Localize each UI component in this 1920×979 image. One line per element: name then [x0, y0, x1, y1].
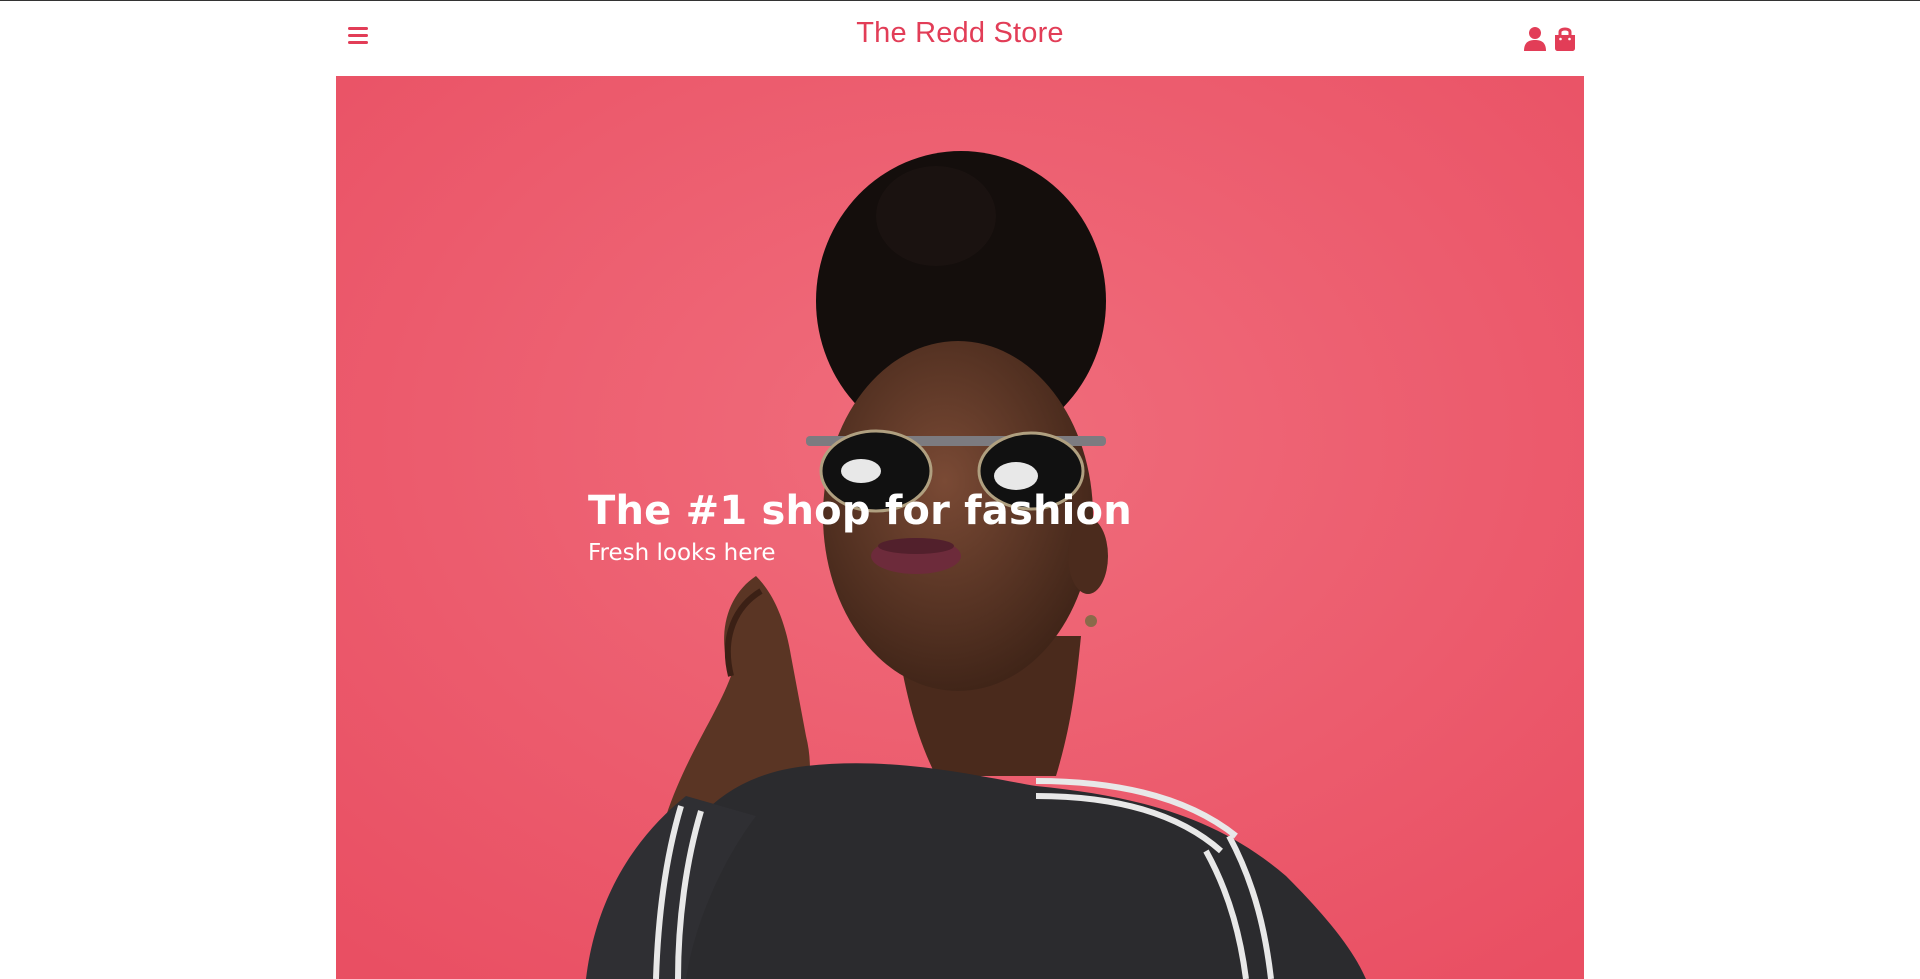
page-container: The Redd Store The #1 shop for fashion F…	[336, 1, 1584, 979]
user-icon[interactable]	[1522, 25, 1548, 53]
hero-banner: The #1 shop for fashion Fresh looks here	[336, 76, 1584, 979]
store-title[interactable]: The Redd Store	[336, 17, 1584, 50]
hero-text-block: The #1 shop for fashion Fresh looks here	[588, 488, 1132, 568]
site-header: The Redd Store	[336, 1, 1584, 76]
hero-headline: The #1 shop for fashion	[588, 488, 1132, 534]
shopping-bag-icon[interactable]	[1552, 25, 1578, 53]
hero-subheadline: Fresh looks here	[588, 540, 776, 566]
